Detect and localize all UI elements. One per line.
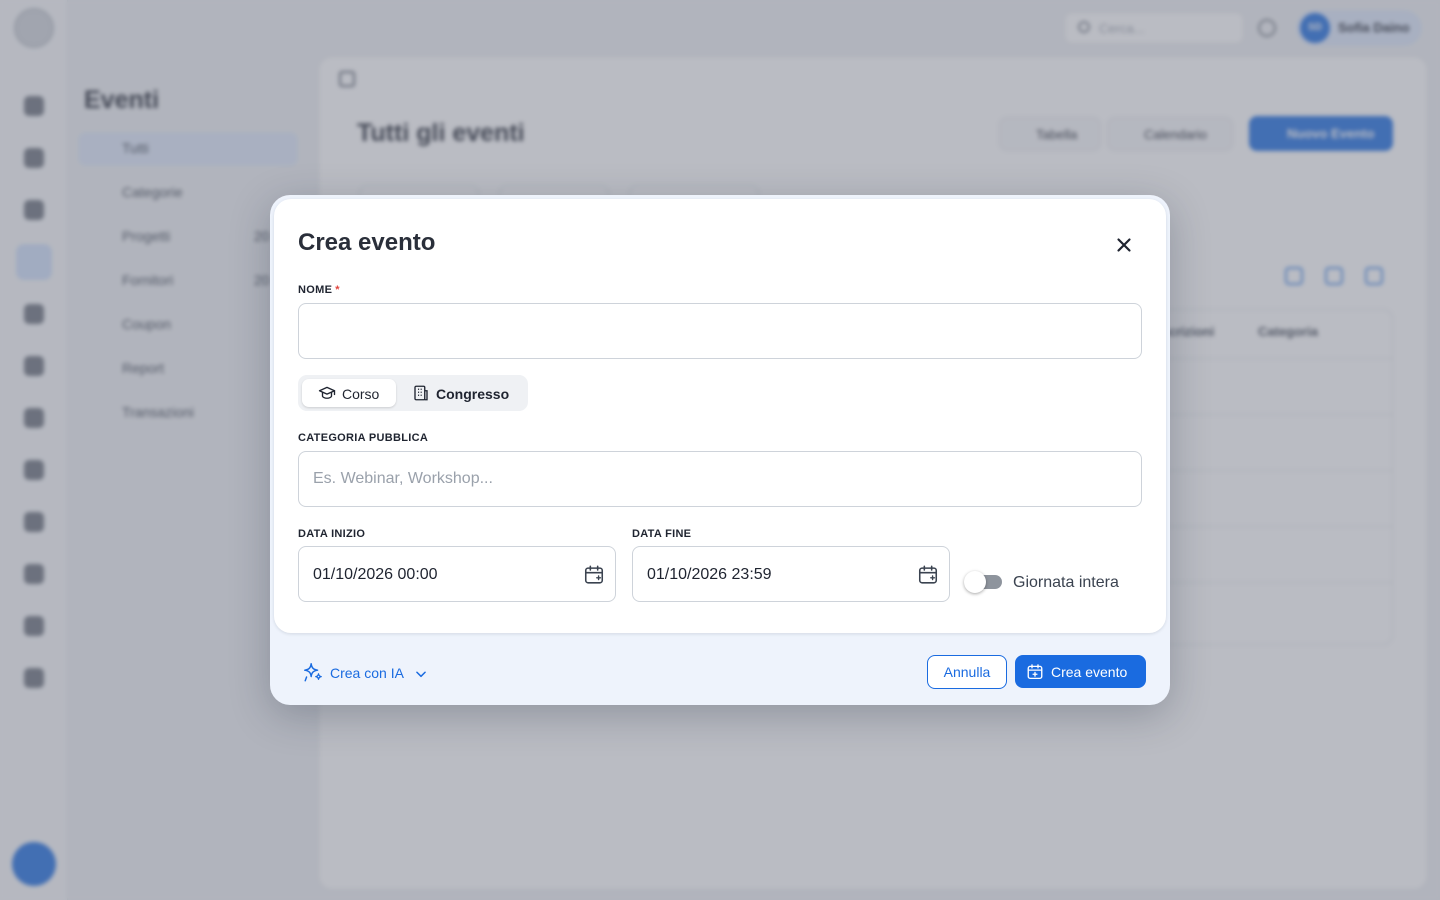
building-icon (414, 385, 428, 401)
create-button-label: Crea evento (1051, 664, 1128, 680)
close-button[interactable] (1110, 231, 1138, 259)
event-type-label: Congresso (436, 386, 510, 402)
ai-button-label: Crea con IA (330, 665, 404, 681)
toggle-knob (964, 571, 986, 593)
event-type-corso[interactable]: Corso (302, 379, 396, 407)
name-field[interactable] (298, 303, 1142, 359)
start-date-label: DATA INIZIO (298, 528, 366, 540)
calendar-plus-icon (1027, 664, 1043, 680)
event-type-congresso[interactable]: Congresso (400, 379, 524, 407)
name-label: NOME * (298, 284, 340, 296)
end-date-label: DATA FINE (632, 528, 692, 540)
start-date-value: 01/10/2026 00:00 (313, 566, 438, 583)
create-with-ai-button[interactable]: Crea con IA (302, 661, 434, 687)
chevron-down-icon (416, 671, 426, 678)
all-day-label: Giornata intera (1013, 574, 1119, 591)
category-label: CATEGORIA PUBBLICA (298, 432, 429, 444)
sparkles-icon (304, 663, 322, 682)
end-date-field[interactable]: 01/10/2026 23:59 (632, 546, 950, 602)
required-marker: * (335, 284, 340, 296)
close-icon (1117, 238, 1131, 252)
category-field[interactable] (298, 451, 1142, 507)
graduation-cap-icon (318, 386, 336, 399)
calendar-icon[interactable] (583, 564, 605, 586)
create-event-dialog: Crea evento NOME * Corso Congresso CATEG… (270, 195, 1170, 705)
cancel-button[interactable]: Annulla (927, 655, 1007, 689)
dialog-title: Crea evento (298, 229, 436, 256)
event-type-label: Corso (342, 386, 380, 402)
create-event-button[interactable]: Crea evento (1015, 655, 1146, 688)
dialog-body: Crea evento NOME * Corso Congresso CATEG… (274, 199, 1166, 633)
calendar-icon[interactable] (917, 564, 939, 586)
end-date-value: 01/10/2026 23:59 (647, 566, 772, 583)
event-type-selector: Corso Congresso (298, 375, 528, 411)
all-day-toggle[interactable] (964, 571, 1002, 593)
start-date-field[interactable]: 01/10/2026 00:00 (298, 546, 616, 602)
